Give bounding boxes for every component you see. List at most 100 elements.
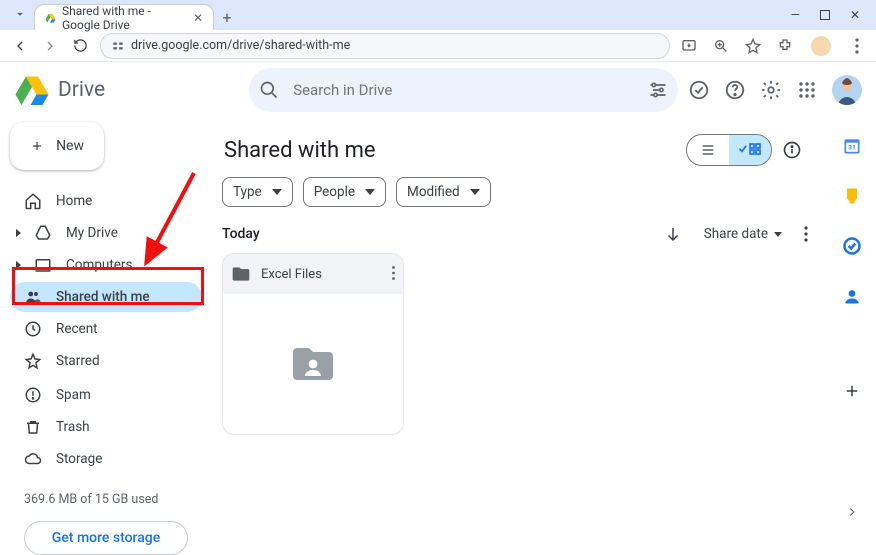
chevron-right-icon — [14, 228, 24, 238]
window-maximize-button[interactable] — [820, 10, 830, 20]
tab-title: Shared with me - Google Drive — [62, 4, 187, 32]
chevron-right-icon — [14, 260, 24, 270]
filter-chip-people[interactable]: People — [303, 177, 386, 207]
sidebar-item-recent[interactable]: Recent — [10, 314, 202, 344]
computers-icon — [34, 256, 52, 274]
side-panel-rail: 31 — [828, 118, 876, 535]
list-view-button[interactable] — [687, 135, 729, 165]
sidebar-item-starred[interactable]: Starred — [10, 346, 202, 376]
account-avatar[interactable] — [832, 75, 862, 105]
sidebar-item-label: Home — [56, 193, 92, 209]
filter-chip-type[interactable]: Type — [222, 177, 293, 207]
sidebar-item-label: Spam — [56, 387, 91, 403]
sidebar-item-label: Recent — [56, 321, 98, 337]
sidebar-item-home[interactable]: Home — [10, 186, 202, 216]
sort-label: Share date — [704, 226, 768, 242]
hide-panel-button[interactable] — [845, 504, 859, 523]
file-name: Excel Files — [261, 267, 382, 282]
search-filters-icon[interactable] — [648, 80, 668, 100]
content-area: Shared with me Type People Modified Toda… — [212, 118, 828, 535]
sort-direction-icon[interactable] — [664, 225, 682, 243]
help-icon[interactable] — [724, 79, 746, 101]
new-tab-button[interactable]: + — [214, 4, 240, 30]
chrome-menu-icon[interactable] — [848, 37, 866, 55]
get-addons-button[interactable] — [843, 382, 861, 404]
sidebar-item-shared[interactable]: Shared with me — [10, 282, 202, 312]
chip-label: Modified — [407, 184, 460, 200]
file-more-button[interactable] — [392, 265, 395, 284]
nav-reload-button[interactable] — [70, 36, 90, 56]
new-label: New — [56, 138, 84, 154]
sidebar: New Home My Drive Computers Shared with … — [0, 118, 212, 535]
sidebar-item-label: Storage — [56, 451, 102, 467]
sidebar-item-label: Trash — [56, 419, 90, 435]
chip-label: Type — [233, 184, 262, 200]
chrome-profile-icon[interactable] — [808, 37, 834, 55]
shared-folder-thumb-icon — [289, 340, 337, 388]
install-app-icon[interactable] — [680, 37, 698, 55]
sidebar-item-label: Starred — [56, 353, 100, 369]
sidebar-item-storage[interactable]: Storage — [10, 444, 202, 474]
section-label: Today — [222, 226, 260, 242]
bookmark-icon[interactable] — [744, 37, 762, 55]
sidebar-item-computers[interactable]: Computers — [10, 250, 202, 280]
shared-folder-icon — [231, 264, 251, 284]
drive-logo[interactable]: Drive — [14, 72, 105, 108]
browser-tab[interactable]: Shared with me - Google Drive ✕ — [34, 4, 214, 30]
search-input[interactable] — [291, 80, 636, 100]
browser-tab-strip: Shared with me - Google Drive ✕ + — ✕ — [0, 0, 876, 30]
browser-address-bar: drive.google.com/drive/shared-with-me — [0, 30, 876, 62]
sidebar-item-trash[interactable]: Trash — [10, 412, 202, 442]
sidebar-item-label: Shared with me — [56, 289, 150, 305]
apps-grid-icon[interactable] — [796, 79, 818, 101]
tab-search-button[interactable] — [6, 0, 34, 28]
plus-icon — [30, 136, 44, 156]
zoom-icon[interactable] — [712, 37, 730, 55]
trash-icon — [24, 418, 42, 436]
search-bar[interactable] — [249, 68, 678, 112]
info-icon[interactable] — [782, 140, 802, 160]
drive-header: Drive — [0, 62, 876, 118]
new-button[interactable]: New — [10, 122, 104, 170]
more-options-button[interactable] — [804, 226, 808, 242]
clock-icon — [24, 320, 42, 338]
star-icon — [24, 352, 42, 370]
close-tab-button[interactable]: ✕ — [193, 11, 203, 25]
site-info-icon — [111, 39, 125, 53]
search-icon — [259, 80, 279, 100]
spam-icon — [24, 386, 42, 404]
tasks-addon-icon[interactable] — [842, 236, 862, 260]
window-close-button[interactable]: ✕ — [850, 8, 860, 22]
window-minimize-button[interactable]: — — [791, 8, 800, 22]
offline-icon[interactable] — [688, 79, 710, 101]
people-icon — [24, 288, 42, 306]
keep-addon-icon[interactable] — [842, 186, 862, 210]
contacts-addon-icon[interactable] — [842, 286, 862, 310]
settings-icon[interactable] — [760, 79, 782, 101]
sort-menu[interactable]: Share date — [704, 226, 782, 242]
storage-quota-text: 369.6 MB of 15 GB used — [24, 492, 188, 507]
cloud-icon — [24, 450, 42, 468]
sidebar-item-label: Computers — [66, 257, 132, 273]
sidebar-item-label: My Drive — [66, 225, 118, 241]
grid-view-button[interactable] — [729, 135, 771, 165]
calendar-addon-icon[interactable]: 31 — [842, 136, 862, 160]
chip-label: People — [314, 184, 355, 200]
url-field[interactable]: drive.google.com/drive/shared-with-me — [100, 33, 670, 59]
url-text: drive.google.com/drive/shared-with-me — [131, 38, 350, 53]
svg-text:31: 31 — [848, 143, 856, 151]
extensions-icon[interactable] — [776, 37, 794, 55]
drive-small-icon — [34, 224, 52, 242]
filter-chip-modified[interactable]: Modified — [396, 177, 491, 207]
nav-forward-button[interactable] — [40, 36, 60, 56]
home-icon — [24, 192, 42, 210]
sidebar-item-spam[interactable]: Spam — [10, 380, 202, 410]
nav-back-button[interactable] — [10, 36, 30, 56]
drive-logo-icon — [14, 72, 50, 108]
view-toggle[interactable] — [686, 134, 772, 166]
drive-favicon-icon — [45, 11, 56, 25]
drive-title: Drive — [58, 78, 105, 102]
get-storage-button[interactable]: Get more storage — [24, 521, 188, 555]
sidebar-item-mydrive[interactable]: My Drive — [10, 218, 202, 248]
file-card[interactable]: Excel Files — [222, 253, 404, 435]
